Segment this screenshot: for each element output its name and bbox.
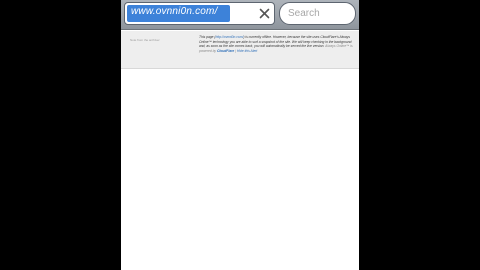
cloudflare-link[interactable]: CloudFlare — [217, 49, 234, 53]
notice-text-intro: This page ( — [199, 35, 216, 39]
url-text[interactable]: www.ovnni0n.com/ — [131, 6, 218, 17]
hide-alert-link[interactable]: Hide this Alert — [237, 49, 257, 53]
notice-label: Note from the archiver — [130, 38, 160, 42]
offline-notice-banner: Note from the archiver This page (http:/… — [121, 31, 359, 69]
close-icon — [259, 8, 269, 19]
search-field[interactable] — [279, 2, 356, 25]
address-bar[interactable]: www.ovnni0n.com/ — [124, 2, 275, 25]
site-url-link[interactable]: http://ovnni0n.com/ — [216, 35, 244, 39]
notice-message: This page (http://ovnni0n.com/) is curre… — [199, 35, 355, 53]
search-input[interactable] — [288, 6, 350, 21]
browser-screen: www.ovnni0n.com/ Note from the archiver … — [121, 0, 359, 270]
browser-toolbar: www.ovnni0n.com/ — [121, 0, 359, 30]
page-content-area — [121, 69, 359, 270]
clear-url-button[interactable] — [255, 4, 273, 23]
